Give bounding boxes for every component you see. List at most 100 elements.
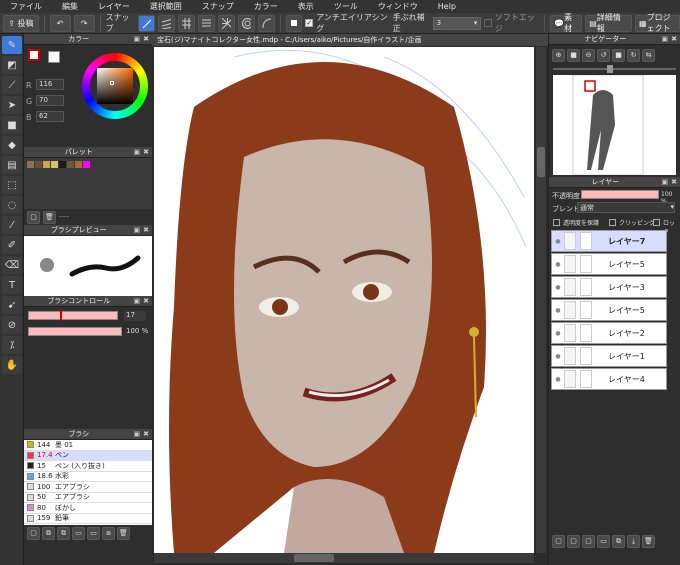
brush-row[interactable]: 18.6 水彩 bbox=[24, 471, 152, 482]
menu-color[interactable]: カラー bbox=[244, 1, 288, 12]
brush-row[interactable]: 15 ペン (入り抜き) bbox=[24, 461, 152, 472]
select-rect-button[interactable]: ⬚ bbox=[2, 176, 22, 194]
snap-grid-button[interactable] bbox=[178, 14, 196, 32]
eraser-tool-button[interactable]: ◩ bbox=[2, 56, 22, 74]
brush-row[interactable]: 144 墨 01 bbox=[24, 440, 152, 451]
snap-radial-button[interactable] bbox=[218, 14, 236, 32]
menu-layer[interactable]: レイヤー bbox=[88, 1, 140, 12]
vertical-scroll-thumb[interactable] bbox=[537, 147, 545, 177]
brush-row[interactable]: 100 エアブラシ bbox=[24, 482, 152, 493]
close-icon[interactable]: ✖ bbox=[143, 148, 149, 156]
brush-row[interactable]: 80 ぼかし bbox=[24, 503, 152, 514]
zoom-in-button[interactable]: ⊕ bbox=[552, 48, 565, 62]
duplicate-layer-button[interactable]: ⧉ bbox=[612, 534, 625, 548]
open-folder-button[interactable]: ▭ bbox=[87, 526, 100, 540]
palette-swatch[interactable] bbox=[51, 161, 58, 168]
close-icon[interactable]: ✖ bbox=[143, 430, 149, 438]
redo-button[interactable]: ↷ bbox=[73, 14, 95, 32]
folder-button[interactable]: ▭ bbox=[72, 526, 85, 540]
new-8bit-layer-button[interactable]: ▢ bbox=[582, 534, 595, 548]
new-palette-button[interactable]: ▢ bbox=[27, 210, 40, 224]
gradient-tool-button[interactable]: ▤ bbox=[2, 156, 22, 174]
eye-icon[interactable]: ● bbox=[552, 284, 564, 291]
pen-tool-button[interactable]: ✎ bbox=[2, 36, 22, 54]
copy-brush-button[interactable]: ⧉ bbox=[42, 526, 55, 540]
size-slider-thumb[interactable] bbox=[60, 310, 62, 321]
select-pen-button[interactable]: ✐ bbox=[2, 236, 22, 254]
sv-picker-cursor[interactable] bbox=[110, 81, 114, 85]
brush-row[interactable]: 159 鉛筆 bbox=[24, 513, 152, 524]
close-icon[interactable]: ✖ bbox=[143, 35, 149, 43]
fill-tool-button[interactable]: ◆ bbox=[2, 136, 22, 154]
operation-tool-button[interactable]: ➹ bbox=[2, 296, 22, 314]
protect-alpha-checkbox[interactable] bbox=[553, 219, 560, 226]
eyedropper-tool-button[interactable]: ⁒ bbox=[2, 336, 22, 354]
new-halftone-layer-button[interactable]: ▢ bbox=[567, 534, 580, 548]
eye-icon[interactable]: ● bbox=[552, 330, 564, 337]
undo-button[interactable]: ↶ bbox=[49, 14, 71, 32]
palette-swatch[interactable] bbox=[35, 161, 42, 168]
menu-snap[interactable]: スナップ bbox=[192, 1, 244, 12]
zoom-slider[interactable] bbox=[553, 65, 676, 73]
blend-select[interactable]: 通常 ▾ bbox=[577, 202, 675, 213]
lasso-tool-button[interactable]: ◌ bbox=[2, 196, 22, 214]
palette-swatch[interactable] bbox=[67, 161, 74, 168]
menu-select[interactable]: 選択範囲 bbox=[140, 1, 192, 12]
details-button[interactable]: ▤ 詳細情報 bbox=[585, 13, 633, 33]
delete-palette-button[interactable]: 🗑 bbox=[43, 210, 56, 224]
eye-icon[interactable]: ● bbox=[552, 238, 564, 245]
horizontal-scrollbar[interactable] bbox=[154, 553, 534, 563]
document-tab[interactable]: 宝石(ジ)マナイトコレクター女性.mdp - C:/Users/aiko/Pic… bbox=[152, 34, 548, 46]
delete-brush-button[interactable]: 🗑 bbox=[117, 526, 130, 540]
layer-row[interactable]: ● レイヤー1 bbox=[551, 345, 667, 367]
snap-circle-button[interactable] bbox=[238, 14, 256, 32]
snap-off-button[interactable] bbox=[138, 14, 156, 32]
text-tool-button[interactable]: T bbox=[2, 276, 22, 294]
layer-row[interactable]: ● レイヤー7 bbox=[551, 230, 667, 252]
duplicate-brush-button[interactable]: ⧉ bbox=[57, 526, 70, 540]
zoom-fit-button[interactable]: ■ bbox=[567, 48, 580, 62]
close-icon[interactable]: ✖ bbox=[671, 35, 677, 43]
dock-icon[interactable]: ▣ bbox=[662, 178, 669, 186]
zoom-out-button[interactable]: ⊖ bbox=[582, 48, 595, 62]
palette-swatch[interactable] bbox=[27, 161, 34, 168]
dock-icon[interactable]: ▣ bbox=[134, 226, 141, 234]
palette-swatch[interactable] bbox=[75, 161, 82, 168]
correction-select[interactable]: 3 ▾ bbox=[432, 16, 482, 30]
menu-tool[interactable]: ツール bbox=[324, 1, 368, 12]
hand-tool-button[interactable]: ✋ bbox=[2, 356, 22, 374]
lock-checkbox[interactable] bbox=[653, 219, 660, 226]
clipping-checkbox[interactable] bbox=[609, 219, 616, 226]
saturation-value-square[interactable] bbox=[97, 68, 133, 104]
reset-view-button[interactable]: ■ bbox=[612, 48, 625, 62]
eye-icon[interactable]: ● bbox=[552, 261, 564, 268]
softedge-checkbox[interactable] bbox=[484, 19, 492, 27]
post-button[interactable]: ⇪ 投稿 bbox=[3, 14, 39, 32]
dock-icon[interactable]: ▣ bbox=[134, 148, 141, 156]
menu-window[interactable]: ウィンドウ bbox=[368, 1, 428, 12]
move-tool-button[interactable]: ➤ bbox=[2, 96, 22, 114]
foreground-color-swatch[interactable] bbox=[28, 49, 40, 61]
flip-button[interactable]: ⇆ bbox=[642, 48, 655, 62]
menu-view[interactable]: 表示 bbox=[288, 1, 324, 12]
opacity-value[interactable]: 100 % bbox=[126, 327, 148, 335]
eye-icon[interactable]: ● bbox=[552, 307, 564, 314]
merge-down-button[interactable]: ⤓ bbox=[627, 534, 640, 548]
dock-icon[interactable]: ▣ bbox=[662, 35, 669, 43]
layer-row[interactable]: ● レイヤー2 bbox=[551, 322, 667, 344]
dock-icon[interactable]: ▣ bbox=[134, 297, 141, 305]
close-icon[interactable]: ✖ bbox=[143, 297, 149, 305]
snap-parallel-button[interactable] bbox=[158, 14, 176, 32]
layer-row[interactable]: ● レイヤー5 bbox=[551, 299, 667, 321]
menu-help[interactable]: Help bbox=[428, 2, 466, 11]
select-eraser-button[interactable]: ⌫ bbox=[2, 256, 22, 274]
layer-opacity-slider[interactable] bbox=[581, 190, 659, 199]
menu-edit[interactable]: 編集 bbox=[52, 1, 88, 12]
rotate-left-button[interactable]: ↺ bbox=[597, 48, 610, 62]
size-slider[interactable] bbox=[28, 311, 118, 320]
layer-row[interactable]: ● レイヤー4 bbox=[551, 368, 667, 390]
new-folder-button[interactable]: ▭ bbox=[597, 534, 610, 548]
navigator-preview[interactable] bbox=[553, 74, 676, 176]
snap-settings-button[interactable] bbox=[286, 14, 303, 32]
import-brush-button[interactable]: ⧈ bbox=[102, 526, 115, 540]
